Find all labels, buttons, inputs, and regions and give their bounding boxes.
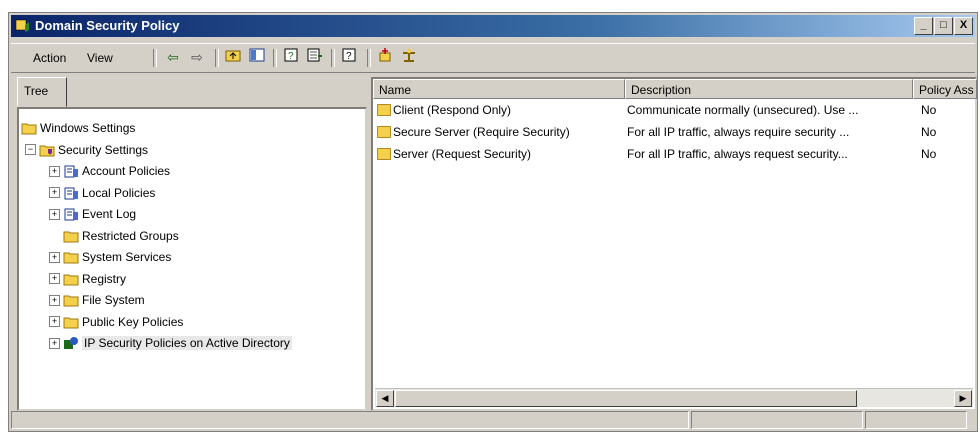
tree-expander[interactable]: +: [49, 187, 60, 198]
column-header-policy-assigned[interactable]: Policy Ass: [913, 79, 977, 99]
policy-name: Secure Server (Require Security): [393, 125, 570, 139]
column-header-description[interactable]: Description: [625, 79, 913, 99]
forward-arrow-icon[interactable]: ⇨: [187, 48, 207, 66]
app-icon: [15, 18, 31, 34]
svg-text:?: ?: [346, 51, 352, 62]
network-policy-icon: [63, 336, 79, 350]
security-settings-icon: [39, 143, 55, 157]
tree-item[interactable]: + System Services: [49, 248, 171, 266]
tree-item-label: Restricted Groups: [82, 228, 179, 243]
tree-expander[interactable]: +: [49, 316, 60, 327]
folder-icon: [63, 315, 79, 329]
tree-item[interactable]: + IP Security Policies on Active Director…: [49, 334, 292, 352]
back-arrow-icon[interactable]: ⇦: [163, 48, 183, 66]
menu-action[interactable]: Action: [33, 51, 66, 65]
manage-filters-icon[interactable]: [399, 48, 419, 66]
help-icon[interactable]: ?: [339, 48, 359, 66]
add-policy-icon[interactable]: [375, 48, 395, 66]
scroll-left-button[interactable]: ◀: [376, 390, 394, 407]
menu-view[interactable]: View: [87, 51, 113, 65]
tree-expander[interactable]: +: [49, 337, 60, 349]
minimize-button[interactable]: _: [914, 17, 933, 35]
status-panel-2: [691, 411, 863, 429]
policy-icon: [377, 104, 391, 116]
policy-name: Server (Request Security): [393, 147, 532, 161]
policy-icon: [63, 186, 79, 200]
tree-item-label: IP Security Policies on Active Directory: [82, 336, 292, 350]
policy-assigned: No: [921, 147, 937, 161]
status-panel-3: [865, 411, 967, 429]
policy-icon: [63, 207, 79, 221]
policy-description: For all IP traffic, always request secur…: [627, 147, 848, 161]
tree-item-label: Public Key Policies: [82, 314, 184, 329]
tree-item-label: Local Policies: [82, 185, 156, 200]
toolbar-separator: [215, 49, 219, 67]
console-tree: Windows Settings − Security Settings + Accou…: [17, 107, 367, 411]
tab-tree[interactable]: Tree: [17, 77, 67, 107]
tree-item-label: File System: [82, 293, 145, 307]
folder-icon: [63, 293, 79, 307]
svg-text:?: ?: [288, 51, 294, 62]
menu-toolbar: Action View ⇦ ⇨ ? ?: [11, 43, 975, 73]
scroll-thumb[interactable]: [395, 390, 857, 407]
tree-item-label: Registry: [82, 271, 127, 286]
tree-expander[interactable]: +: [49, 251, 60, 263]
policy-description: Communicate normally (unsecured). Use ..…: [627, 103, 859, 117]
policy-icon: [377, 148, 391, 160]
window-controls: _ □ X: [913, 17, 973, 35]
tree-item[interactable]: − Security Settings: [25, 141, 148, 159]
tree-item-label: Event Log: [82, 207, 137, 221]
tree-item[interactable]: + File System: [49, 291, 145, 309]
details-pane: Name Description Policy Ass Client (Resp…: [371, 77, 977, 411]
policy-name: Client (Respond Only): [393, 103, 512, 117]
horizontal-scrollbar[interactable]: ◀ ▶: [375, 388, 973, 407]
column-header-name[interactable]: Name: [373, 79, 625, 99]
tree-item-label: System Services: [82, 250, 172, 264]
policy-description: For all IP traffic, always require secur…: [627, 125, 850, 139]
folder-icon: [63, 250, 79, 264]
tree-item[interactable]: Windows Settings: [21, 119, 135, 137]
status-bar: [11, 411, 975, 429]
folder-icon: [63, 229, 79, 243]
tree-item[interactable]: + Event Log: [49, 205, 136, 223]
policy-assigned: No: [921, 103, 937, 117]
policy-icon: [377, 126, 391, 138]
window-title: Domain Security Policy: [35, 18, 180, 33]
tree-expander[interactable]: −: [25, 144, 36, 155]
export-list-icon[interactable]: [305, 48, 325, 66]
tree-expander[interactable]: +: [49, 294, 60, 306]
tree-expander[interactable]: +: [49, 273, 60, 284]
tree-item-label: Account Policies: [82, 164, 171, 178]
policy-icon: [63, 164, 79, 178]
up-folder-icon[interactable]: [223, 48, 243, 66]
tree-item-label: Security Settings: [58, 142, 149, 157]
policy-assigned: No: [921, 125, 937, 139]
title-bar[interactable]: Domain Security Policy _ □ X: [11, 15, 975, 37]
folder-icon: [21, 121, 37, 135]
show-hide-tree-icon[interactable]: [247, 48, 267, 66]
tree-item[interactable]: Restricted Groups: [49, 227, 179, 245]
toolbar-separator: [153, 49, 157, 67]
toolbar-separator: [331, 49, 335, 67]
tree-item[interactable]: + Account Policies: [49, 162, 170, 180]
tree-expander[interactable]: +: [49, 208, 60, 220]
folder-icon: [63, 272, 79, 286]
properties-icon[interactable]: ?: [281, 48, 301, 66]
tree-item[interactable]: + Registry: [49, 270, 126, 288]
scroll-right-button[interactable]: ▶: [954, 390, 972, 407]
maximize-button[interactable]: □: [934, 17, 953, 35]
toolbar-separator: [273, 49, 277, 67]
tree-item-label: Windows Settings: [40, 121, 136, 135]
status-panel-main: [11, 411, 689, 429]
domain-security-policy-window: Domain Security Policy _ □ X Action View…: [8, 12, 978, 432]
tree-item[interactable]: + Public Key Policies: [49, 313, 183, 331]
toolbar-separator: [367, 49, 371, 67]
tree-expander[interactable]: +: [49, 165, 60, 177]
tree-item[interactable]: + Local Policies: [49, 184, 155, 202]
close-button[interactable]: X: [954, 17, 973, 35]
